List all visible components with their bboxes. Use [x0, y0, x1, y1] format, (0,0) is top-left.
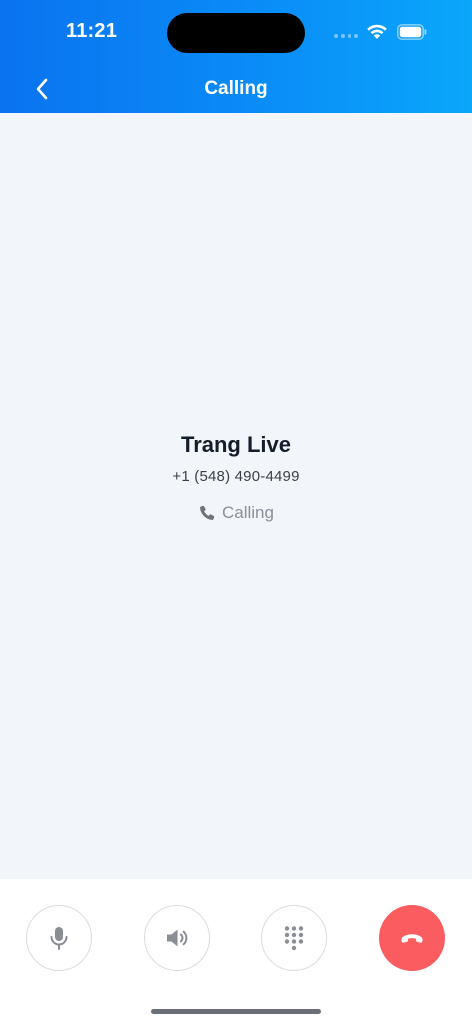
hang-up-icon	[401, 934, 423, 943]
call-status-label: Calling	[222, 503, 274, 522]
caller-number: +1 (548) 490-4499	[172, 468, 300, 485]
keypad-button[interactable]	[261, 905, 327, 971]
wifi-icon	[367, 24, 387, 39]
call-screen: 11:21 Calling Trang Live +1 (548) 490-44…	[0, 0, 472, 1024]
phone-icon	[200, 505, 215, 520]
page-title: Calling	[204, 78, 268, 99]
speaker-button[interactable]	[144, 905, 210, 971]
header: 11:21 Calling	[0, 0, 472, 113]
cellular-signal-icon	[334, 34, 358, 38]
keypad-icon	[284, 926, 304, 951]
end-call-button[interactable]	[379, 905, 445, 971]
dynamic-island	[167, 13, 305, 53]
microphone-icon	[50, 927, 68, 950]
call-status: Calling	[0, 503, 472, 523]
battery-icon	[397, 24, 427, 40]
caller-info: Trang Live +1 (548) 490-4499 Calling	[0, 432, 472, 523]
mute-button[interactable]	[26, 905, 92, 971]
speaker-icon	[167, 929, 188, 947]
home-indicator[interactable]	[151, 1009, 321, 1014]
call-controls-bar	[0, 879, 472, 1024]
status-time: 11:21	[66, 20, 118, 42]
caller-name: Trang Live	[180, 432, 292, 457]
